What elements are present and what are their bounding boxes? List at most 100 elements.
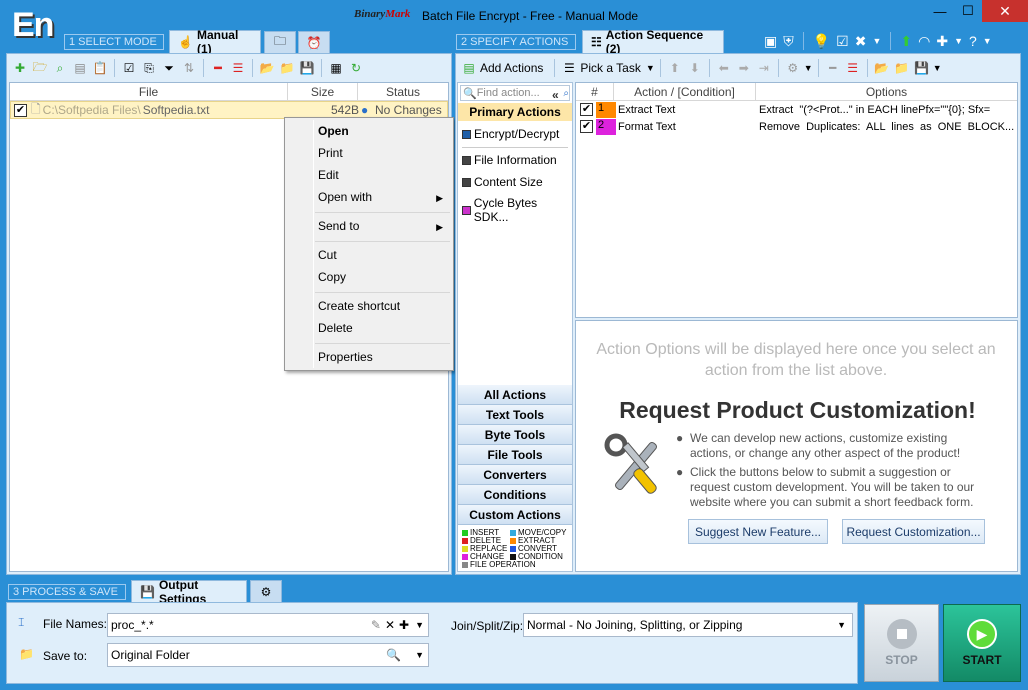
add-files-icon[interactable]: ✚ [11, 59, 29, 77]
sequence-table[interactable]: # Action / [Condition] Options ✔ 1 Extra… [575, 82, 1018, 318]
menu-item-properties[interactable]: Properties [318, 350, 373, 364]
column-num[interactable]: # [576, 83, 614, 100]
move-right-icon[interactable]: ➡ [735, 59, 753, 77]
list-item[interactable]: File Information [462, 153, 557, 167]
filenames-field[interactable]: proc_*.* ✎ ✕ ✚ ▼ [107, 613, 429, 637]
tab-settings[interactable]: ⚙ [250, 580, 282, 602]
menu-item-copy[interactable]: Copy [318, 270, 346, 284]
stop-button[interactable]: STOP [864, 604, 939, 682]
move-up-icon[interactable]: ⬆ [666, 59, 684, 77]
tab-folder-watch[interactable]: 🗀 [264, 31, 296, 53]
tab-output-settings[interactable]: 💾 Output Settings [131, 578, 247, 606]
menu-item-cut[interactable]: Cut [318, 248, 337, 262]
save-sequence-icon[interactable]: 💾 [913, 59, 931, 77]
row-checkbox[interactable]: ✔ [14, 103, 27, 117]
menu-item-edit[interactable]: Edit [318, 168, 339, 182]
chevron-down-icon[interactable]: ▼ [415, 650, 424, 660]
copy-icon[interactable]: ⎘ [140, 59, 158, 77]
insert-variable-icon[interactable]: ✚ [399, 618, 409, 632]
minimize-button[interactable]: — [926, 0, 954, 22]
menu-item-send-to[interactable]: Send to [318, 219, 359, 233]
menu-item-create-shortcut[interactable]: Create shortcut [318, 299, 400, 313]
chevron-down-icon[interactable]: ▼ [872, 36, 881, 46]
menu-item-open[interactable]: Open [318, 124, 349, 138]
filter-icon[interactable]: ⏷ [160, 59, 178, 77]
primary-actions-header[interactable]: Primary Actions [458, 103, 572, 121]
list-item[interactable]: Cycle Bytes SDK... [462, 196, 572, 224]
shield-icon[interactable]: ⛨ [783, 33, 794, 50]
request-customization-button[interactable]: Request Customization... [842, 519, 985, 544]
open-sequence-icon[interactable]: 📂 [873, 59, 891, 77]
clear-icon[interactable]: ✕ [385, 618, 395, 632]
remove-all-icon[interactable]: ☰ [229, 59, 247, 77]
column-action[interactable]: Action / [Condition] [614, 83, 756, 100]
close-button[interactable]: ✕ [982, 0, 1028, 22]
import-list-icon[interactable]: 📁 [278, 59, 296, 77]
menu-item-open-with[interactable]: Open with [318, 190, 372, 204]
search-button-icon[interactable]: ⌕ [563, 88, 569, 99]
refresh-icon[interactable]: ↻ [347, 59, 365, 77]
chevron-down-icon[interactable]: ▼ [983, 36, 992, 46]
column-file[interactable]: File [10, 83, 288, 100]
sort-icon[interactable]: ⇅ [180, 59, 198, 77]
maximize-button[interactable]: ☐ [954, 0, 982, 22]
wifi-icon[interactable]: ◠ [918, 33, 930, 50]
move-down-icon[interactable]: ⬇ [686, 59, 704, 77]
category-byte-tools[interactable]: Byte Tools [458, 425, 572, 445]
settings-gear-icon[interactable]: ⚙ [784, 59, 802, 77]
category-custom-actions[interactable]: Custom Actions [458, 505, 572, 525]
table-row[interactable]: ✔ 2 Format Text Remove Duplicates: ALL l… [576, 118, 1017, 135]
tab-scheduled[interactable]: ⏰ [298, 31, 330, 53]
remove-all-actions-icon[interactable]: ☰ [844, 59, 862, 77]
add-search-icon[interactable]: ⌕ [51, 59, 69, 77]
help-icon[interactable]: ? [969, 33, 977, 49]
move-left-icon[interactable]: ⬅ [715, 59, 733, 77]
browse-icon[interactable]: 🔍 [386, 648, 401, 662]
check-options-icon[interactable]: ☑ [120, 59, 138, 77]
checklist-icon[interactable]: ☑ [836, 33, 849, 50]
chevron-down-icon[interactable]: ▼ [415, 620, 424, 630]
column-options[interactable]: Options [756, 83, 1017, 100]
row-checkbox[interactable]: ✔ [580, 120, 593, 133]
remove-action-icon[interactable]: ━ [824, 59, 842, 77]
collapse-library-icon[interactable]: « [552, 88, 559, 102]
update-arrow-icon[interactable]: ⬆ [900, 33, 912, 50]
menu-item-print[interactable]: Print [318, 146, 343, 160]
category-text-tools[interactable]: Text Tools [458, 405, 572, 425]
category-all-actions[interactable]: All Actions [458, 385, 572, 405]
menu-item-delete[interactable]: Delete [318, 321, 353, 335]
import-sequence-icon[interactable]: 📁 [893, 59, 911, 77]
tab-action-sequence[interactable]: ☷ Action Sequence (2) [582, 28, 724, 56]
category-file-tools[interactable]: File Tools [458, 445, 572, 465]
pick-task-button[interactable]: Pick a Task [580, 61, 640, 75]
tools-icon[interactable]: ✖ [855, 33, 867, 50]
chevron-down-icon[interactable]: ▼ [837, 620, 846, 630]
list-item[interactable]: Content Size [462, 175, 543, 189]
lightbulb-icon[interactable]: 💡 [813, 33, 830, 50]
suggest-feature-button[interactable]: Suggest New Feature... [688, 519, 828, 544]
save-list-icon[interactable]: 💾 [298, 59, 316, 77]
tab-manual[interactable]: ☝ Manual (1) [169, 28, 261, 56]
saveto-field[interactable]: Original Folder 🔍 ▼ [107, 643, 429, 667]
chevron-down-icon[interactable]: ▼ [646, 63, 655, 73]
category-converters[interactable]: Converters [458, 465, 572, 485]
console-icon[interactable]: ▣ [764, 33, 777, 50]
add-clipboard-icon[interactable]: 📋 [91, 59, 109, 77]
open-list-icon[interactable]: 📂 [258, 59, 276, 77]
join-select[interactable]: Normal - No Joining, Splitting, or Zippi… [523, 613, 853, 637]
plus-icon[interactable]: ✚ [936, 33, 948, 50]
list-item[interactable]: Encrypt/Decrypt [462, 127, 559, 141]
add-actions-button[interactable]: Add Actions [480, 61, 543, 75]
add-folder-icon[interactable]: 🗁 [31, 59, 49, 77]
table-row[interactable]: ✔ 1 Extract Text Extract "(?<Prot..." in… [576, 101, 1017, 118]
pencil-icon[interactable]: ✎ [371, 618, 381, 632]
start-button[interactable]: ▶ START [943, 604, 1021, 682]
indent-icon[interactable]: ⇥ [755, 59, 773, 77]
chevron-down-icon[interactable]: ▼ [954, 36, 963, 46]
row-checkbox[interactable]: ✔ [580, 103, 593, 116]
add-list-icon[interactable]: ▤ [71, 59, 89, 77]
category-conditions[interactable]: Conditions [458, 485, 572, 505]
remove-icon[interactable]: ━ [209, 59, 227, 77]
properties-icon[interactable]: ▦ [327, 59, 345, 77]
column-status[interactable]: Status [358, 83, 448, 100]
